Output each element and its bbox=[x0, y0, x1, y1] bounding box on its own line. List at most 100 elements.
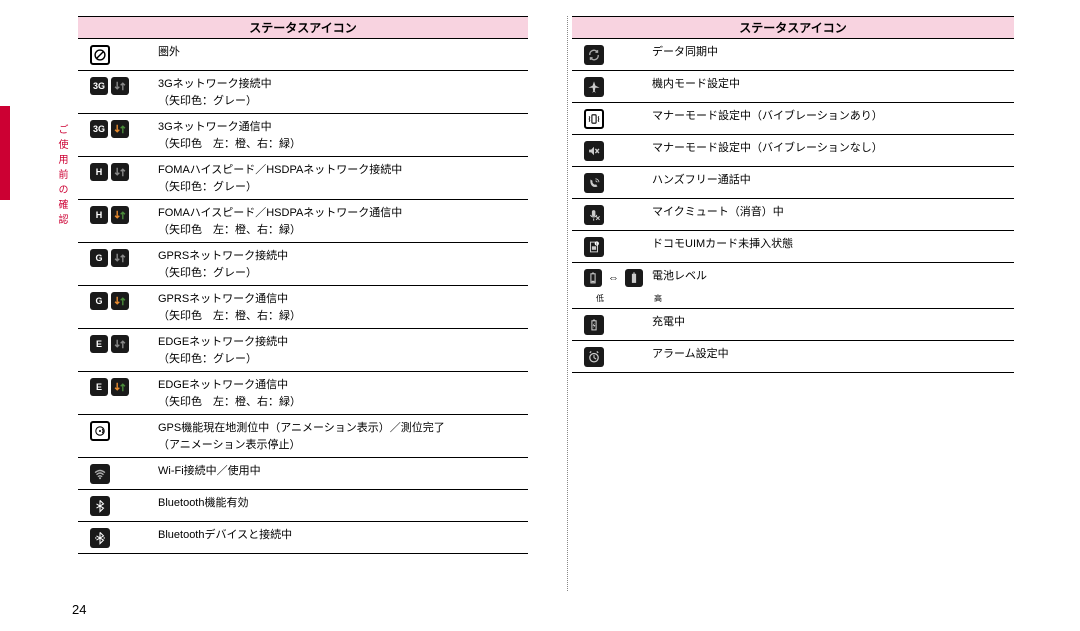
desc: EDGEネットワーク通信中（矢印色 左：橙、右：緑） bbox=[158, 377, 528, 410]
e-icon: E bbox=[90, 378, 108, 396]
e-icon: E bbox=[90, 335, 108, 353]
icon-cell: 3G bbox=[78, 76, 158, 95]
battery-low-icon bbox=[584, 269, 602, 287]
right-column: ステータスアイコン データ同期中 機内モード設定中 マナーモード設定中（バイブレ… bbox=[546, 16, 1032, 631]
silent-icon bbox=[584, 141, 604, 161]
table-row: 圏外 bbox=[78, 39, 528, 71]
battery-high-icon bbox=[625, 269, 643, 287]
table-row: 3G 3Gネットワーク接続中（矢印色：グレー） bbox=[78, 71, 528, 114]
uim-icon: ! bbox=[584, 237, 604, 257]
column-divider bbox=[567, 16, 568, 591]
table-row: Bluetoothデバイスと接続中 bbox=[78, 522, 528, 554]
content-columns: ステータスアイコン 圏外 3G 3Gネットワーク接続中（矢印色：グレー） 3G bbox=[54, 0, 1080, 631]
no-signal-icon bbox=[90, 45, 110, 65]
icon-cell bbox=[572, 108, 652, 129]
table-row: マナーモード設定中（バイブレーションあり） bbox=[572, 103, 1014, 135]
table-header-right: ステータスアイコン bbox=[572, 16, 1014, 39]
table-row: Wi-Fi接続中／使用中 bbox=[78, 458, 528, 490]
table-row: E EDGEネットワーク通信中（矢印色 左：橙、右：緑） bbox=[78, 372, 528, 415]
icon-cell bbox=[572, 172, 652, 193]
arrows-icon bbox=[111, 163, 129, 181]
gps-icon bbox=[90, 421, 110, 441]
desc: Bluetoothデバイスと接続中 bbox=[158, 527, 528, 544]
g-icon: G bbox=[90, 292, 108, 310]
table-row: H FOMAハイスピード／HSDPAネットワーク通信中（矢印色 左：橙、右：緑） bbox=[78, 200, 528, 243]
table-row: Bluetooth機能有効 bbox=[78, 490, 528, 522]
icon-cell: 3G bbox=[78, 119, 158, 138]
alarm-icon bbox=[584, 347, 604, 367]
desc: GPS機能現在地測位中（アニメーション表示）／測位完了（アニメーション表示停止） bbox=[158, 420, 528, 453]
table-row: 充電中 bbox=[572, 309, 1014, 341]
desc: データ同期中 bbox=[652, 44, 1014, 61]
charging-icon bbox=[584, 315, 604, 335]
desc: ドコモUIMカード未挿入状態 bbox=[652, 236, 1014, 253]
battery-labels: 低 高 bbox=[596, 293, 662, 304]
icon-cell bbox=[78, 463, 158, 484]
manual-page: ご使用前の確認 ステータスアイコン 圏外 3G 3Gネットワーク接続中（矢印色：… bbox=[0, 0, 1080, 631]
icon-cell: ! bbox=[572, 236, 652, 257]
table-row: ⇔ 低 高 電池レベル bbox=[572, 263, 1014, 309]
icon-cell: E bbox=[78, 377, 158, 396]
sync-icon bbox=[584, 45, 604, 65]
table-row: 3G 3Gネットワーク通信中（矢印色 左：橙、右：緑） bbox=[78, 114, 528, 157]
icon-cell bbox=[572, 140, 652, 161]
page-number: 24 bbox=[72, 602, 86, 617]
table-row: データ同期中 bbox=[572, 39, 1014, 71]
icon-cell: G bbox=[78, 248, 158, 267]
desc: Wi-Fi接続中／使用中 bbox=[158, 463, 528, 480]
arrows-icon bbox=[111, 335, 129, 353]
desc: マイクミュート（消音）中 bbox=[652, 204, 1014, 221]
arrows-icon bbox=[111, 292, 129, 310]
arrow-icon: ⇔ bbox=[608, 272, 619, 284]
handsfree-icon bbox=[584, 173, 604, 193]
h-icon: H bbox=[90, 163, 108, 181]
desc: 機内モード設定中 bbox=[652, 76, 1014, 93]
icon-cell: ⇔ 低 高 bbox=[572, 268, 652, 304]
icon-cell bbox=[78, 495, 158, 516]
left-column: ステータスアイコン 圏外 3G 3Gネットワーク接続中（矢印色：グレー） 3G bbox=[60, 16, 546, 631]
table-row: G GPRSネットワーク接続中（矢印色：グレー） bbox=[78, 243, 528, 286]
high-label: 高 bbox=[654, 293, 662, 304]
arrows-icon bbox=[111, 206, 129, 224]
table-row: 機内モード設定中 bbox=[572, 71, 1014, 103]
icon-cell: E bbox=[78, 334, 158, 353]
3g-icon: 3G bbox=[90, 77, 108, 95]
desc: ハンズフリー通話中 bbox=[652, 172, 1014, 189]
desc: FOMAハイスピード／HSDPAネットワーク接続中（矢印色：グレー） bbox=[158, 162, 528, 195]
desc: EDGEネットワーク接続中（矢印色：グレー） bbox=[158, 334, 528, 367]
table-row: G GPRSネットワーク通信中（矢印色 左：橙、右：緑） bbox=[78, 286, 528, 329]
bluetooth-connected-icon bbox=[90, 528, 110, 548]
icon-cell bbox=[572, 76, 652, 97]
desc: GPRSネットワーク通信中（矢印色 左：橙、右：緑） bbox=[158, 291, 528, 324]
table-row: E EDGEネットワーク接続中（矢印色：グレー） bbox=[78, 329, 528, 372]
left-margin: ご使用前の確認 bbox=[0, 0, 54, 631]
table-row: H FOMAハイスピード／HSDPAネットワーク接続中（矢印色：グレー） bbox=[78, 157, 528, 200]
table-row: ! ドコモUIMカード未挿入状態 bbox=[572, 231, 1014, 263]
vibrate-icon bbox=[584, 109, 604, 129]
desc: 電池レベル bbox=[652, 268, 1014, 285]
desc: GPRSネットワーク接続中（矢印色：グレー） bbox=[158, 248, 528, 281]
icon-cell bbox=[572, 44, 652, 65]
desc: アラーム設定中 bbox=[652, 346, 1014, 363]
h-icon: H bbox=[90, 206, 108, 224]
arrows-icon bbox=[111, 120, 129, 138]
wifi-icon bbox=[90, 464, 110, 484]
mic-mute-icon bbox=[584, 205, 604, 225]
table-row: GPS機能現在地測位中（アニメーション表示）／測位完了（アニメーション表示停止） bbox=[78, 415, 528, 458]
icon-cell bbox=[572, 346, 652, 367]
arrows-icon bbox=[111, 77, 129, 95]
chapter-tab bbox=[0, 106, 10, 200]
icon-cell bbox=[78, 44, 158, 65]
table-row: マナーモード設定中（バイブレーションなし） bbox=[572, 135, 1014, 167]
airplane-icon bbox=[584, 77, 604, 97]
desc: 3Gネットワーク通信中（矢印色 左：橙、右：緑） bbox=[158, 119, 528, 152]
desc: Bluetooth機能有効 bbox=[158, 495, 528, 512]
arrows-icon bbox=[111, 378, 129, 396]
arrows-icon bbox=[111, 249, 129, 267]
icon-cell: G bbox=[78, 291, 158, 310]
desc: 圏外 bbox=[158, 44, 528, 61]
desc: マナーモード設定中（バイブレーションなし） bbox=[652, 140, 1014, 157]
icon-cell bbox=[78, 527, 158, 548]
icon-cell: H bbox=[78, 162, 158, 181]
svg-text:!: ! bbox=[596, 242, 597, 246]
